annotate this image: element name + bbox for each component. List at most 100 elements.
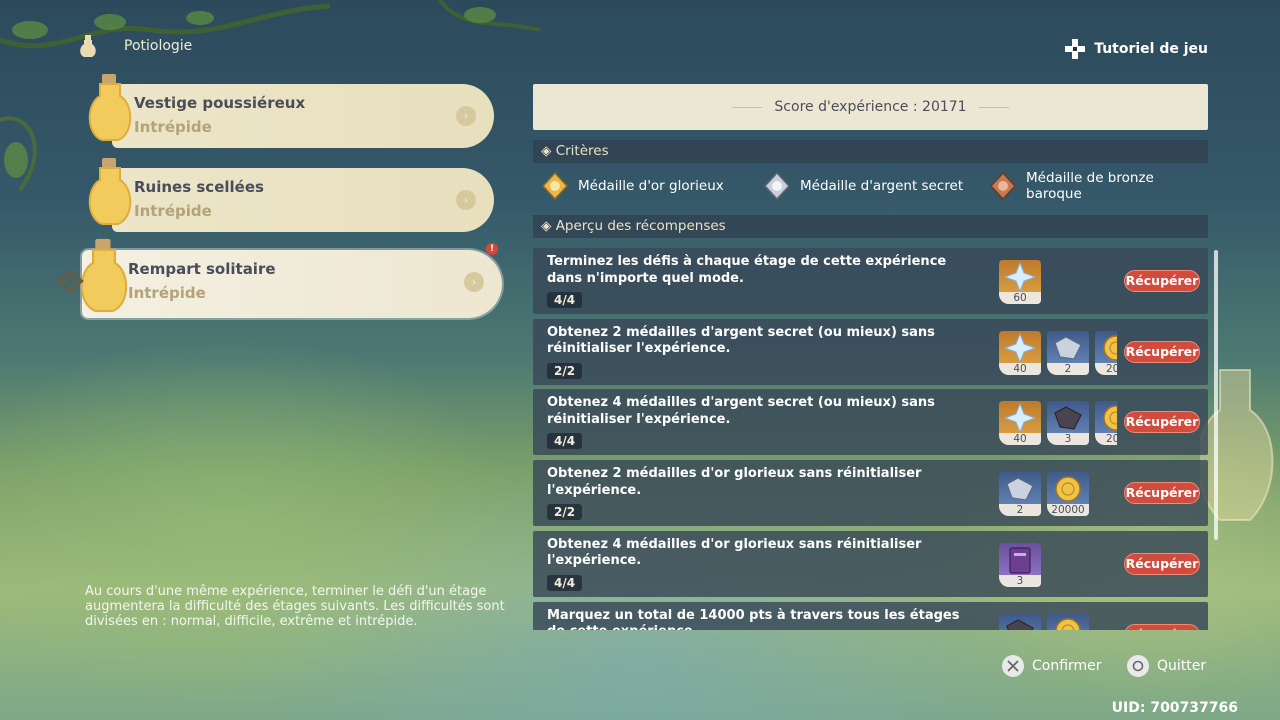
claim-button[interactable]: Récupérer bbox=[1124, 270, 1200, 292]
book-icon[interactable]: 3 bbox=[999, 542, 1041, 587]
divider bbox=[732, 106, 763, 108]
rewards-heading: ◈ Aperçu des récompenses bbox=[533, 215, 1208, 238]
ore-icon[interactable]: 2 bbox=[999, 472, 1041, 517]
mora-icon[interactable]: 200 bbox=[1095, 330, 1117, 375]
claim-button[interactable]: Récupérer bbox=[1124, 482, 1200, 505]
quit-action[interactable]: Quitter bbox=[1127, 655, 1206, 677]
reward-task-text: Obtenez 4 médailles d'argent secret (ou … bbox=[547, 395, 935, 427]
criterion-gold: Médaille d'or glorieux bbox=[540, 171, 762, 201]
reward-progress: 4/4 bbox=[547, 292, 583, 308]
reward-task-text: Obtenez 2 médailles d'or glorieux sans r… bbox=[547, 466, 922, 498]
criterion-label: Médaille d'or glorieux bbox=[578, 178, 724, 194]
rewards-list[interactable]: Terminez les défis à chaque étage de cet… bbox=[533, 248, 1208, 630]
claim-button[interactable]: Récupérer bbox=[1124, 411, 1200, 434]
criterion-label: Médaille d'argent secret bbox=[800, 178, 964, 194]
item-count: 3 bbox=[1047, 433, 1089, 446]
reward-progress: 2/2 bbox=[547, 362, 583, 379]
confirm-label: Confirmer bbox=[1032, 658, 1102, 674]
mora-icon[interactable]: 200 bbox=[1095, 401, 1117, 446]
item-count: 3 bbox=[999, 574, 1041, 587]
user-uid: UID: 700737766 bbox=[1111, 700, 1238, 716]
item-count: 60 bbox=[999, 292, 1041, 304]
quit-label: Quitter bbox=[1157, 658, 1207, 674]
criteria-list: Médaille d'or glorieux Médaille d'argent… bbox=[540, 168, 1200, 204]
confirm-action[interactable]: Confirmer bbox=[1002, 655, 1102, 677]
bronze-medal-icon bbox=[989, 171, 1017, 201]
tutorial-label: Tutoriel de jeu bbox=[1094, 41, 1208, 57]
diamond-icon: ◈ bbox=[541, 218, 556, 234]
flask-icon bbox=[80, 238, 128, 312]
potion-icon bbox=[80, 35, 96, 57]
dpad-icon bbox=[1065, 39, 1086, 59]
criterion-label: Médaille de bronze baroque bbox=[1026, 170, 1154, 202]
primogem-icon[interactable]: 40 bbox=[999, 330, 1041, 375]
claim-button[interactable]: Récupérer bbox=[1124, 623, 1200, 630]
gold-medal-icon bbox=[541, 171, 569, 201]
ore-icon[interactable]: 2 bbox=[1047, 330, 1089, 375]
criteria-heading-text: Critères bbox=[555, 143, 609, 159]
rewards-heading-text: Aperçu des récompenses bbox=[555, 218, 726, 234]
reward-progress: 2/2 bbox=[547, 504, 583, 521]
criterion-silver: Médaille d'argent secret bbox=[762, 171, 988, 201]
criteria-heading: ◈ Critères bbox=[533, 140, 1208, 163]
claim-button[interactable]: Récupérer bbox=[1124, 552, 1200, 575]
reward-task-text: Obtenez 2 médailles d'argent secret (ou … bbox=[547, 324, 935, 357]
ore-dark-icon[interactable]: 3 bbox=[1047, 401, 1089, 446]
reward-items: 40 3 200 bbox=[999, 401, 1117, 446]
selection-arrow-icon bbox=[56, 269, 84, 293]
domain-name: Ruines scellées bbox=[134, 178, 264, 196]
score-label: Score d'expérience : 20171 bbox=[774, 99, 967, 115]
flask-icon bbox=[88, 158, 132, 225]
reward-items: 2 20000 bbox=[999, 472, 1117, 517]
domain-name: Rempart solitaire bbox=[128, 260, 276, 278]
item-count: 40 bbox=[999, 362, 1041, 375]
mora-icon[interactable]: 20000 bbox=[1047, 472, 1089, 517]
domain-card-ruines[interactable]: Ruines scellées Intrépide › bbox=[112, 168, 494, 232]
reward-row: Obtenez 4 médailles d'or glorieux sans r… bbox=[533, 530, 1208, 597]
silver-medal-icon bbox=[763, 171, 791, 201]
item-count: 40 bbox=[999, 433, 1041, 446]
reward-row: Marquez un total de 14000 pts à travers … bbox=[533, 601, 1208, 631]
rewards-scrollbar[interactable] bbox=[1214, 250, 1218, 540]
flask-icon bbox=[88, 74, 132, 141]
reward-items bbox=[999, 613, 1117, 630]
reward-task-text: Marquez un total de 14000 pts à travers … bbox=[547, 607, 960, 631]
divider bbox=[978, 106, 1009, 108]
primogem-icon[interactable]: 60 bbox=[999, 260, 1041, 304]
criterion-bronze: Médaille de bronze baroque bbox=[988, 170, 1188, 202]
reward-progress: 4/4 bbox=[547, 574, 583, 591]
item-count: 200 bbox=[1095, 362, 1117, 375]
chevron-right-icon: › bbox=[456, 106, 476, 126]
cross-button-icon bbox=[1002, 655, 1024, 677]
primogem-icon[interactable]: 40 bbox=[999, 401, 1041, 446]
domain-description: Au cours d'une même expérience, terminer… bbox=[85, 584, 505, 629]
page-title: Potiologie bbox=[124, 38, 193, 54]
reward-progress: 4/4 bbox=[547, 433, 583, 450]
tutorial-button[interactable]: Tutoriel de jeu bbox=[1064, 38, 1208, 60]
domain-card-vestige[interactable]: Vestige poussiéreux Intrépide › bbox=[112, 84, 494, 148]
item-count: 2 bbox=[1047, 362, 1089, 375]
mora-icon[interactable] bbox=[1047, 613, 1089, 630]
reward-row: Obtenez 4 médailles d'argent secret (ou … bbox=[533, 389, 1208, 456]
domain-difficulty: Intrépide bbox=[128, 284, 206, 302]
reward-row: Obtenez 2 médailles d'or glorieux sans r… bbox=[533, 460, 1208, 527]
circle-button-icon bbox=[1127, 655, 1149, 677]
background-flask-decoration bbox=[1200, 369, 1274, 521]
item-count: 200 bbox=[1095, 433, 1117, 446]
chevron-right-icon: › bbox=[464, 272, 484, 292]
reward-row: Obtenez 2 médailles d'argent secret (ou … bbox=[533, 318, 1208, 385]
claim-button[interactable]: Récupérer bbox=[1124, 340, 1200, 363]
item-count: 20000 bbox=[1047, 504, 1089, 517]
reward-items: 60 bbox=[999, 260, 1117, 304]
domain-difficulty: Intrépide bbox=[134, 202, 212, 220]
score-bar: Score d'expérience : 20171 bbox=[533, 84, 1208, 130]
domain-card-rempart[interactable]: Rempart solitaire Intrépide › bbox=[82, 250, 502, 318]
diamond-icon: ◈ bbox=[541, 143, 556, 159]
domain-name: Vestige poussiéreux bbox=[134, 94, 306, 112]
reward-row: Terminez les défis à chaque étage de cet… bbox=[533, 248, 1208, 314]
page-header: Potiologie bbox=[78, 34, 192, 58]
alert-badge: ! bbox=[486, 243, 498, 255]
reward-items: 40 2 200 bbox=[999, 330, 1117, 375]
item-count: 2 bbox=[999, 504, 1041, 517]
ore-dark-icon[interactable] bbox=[999, 613, 1041, 630]
